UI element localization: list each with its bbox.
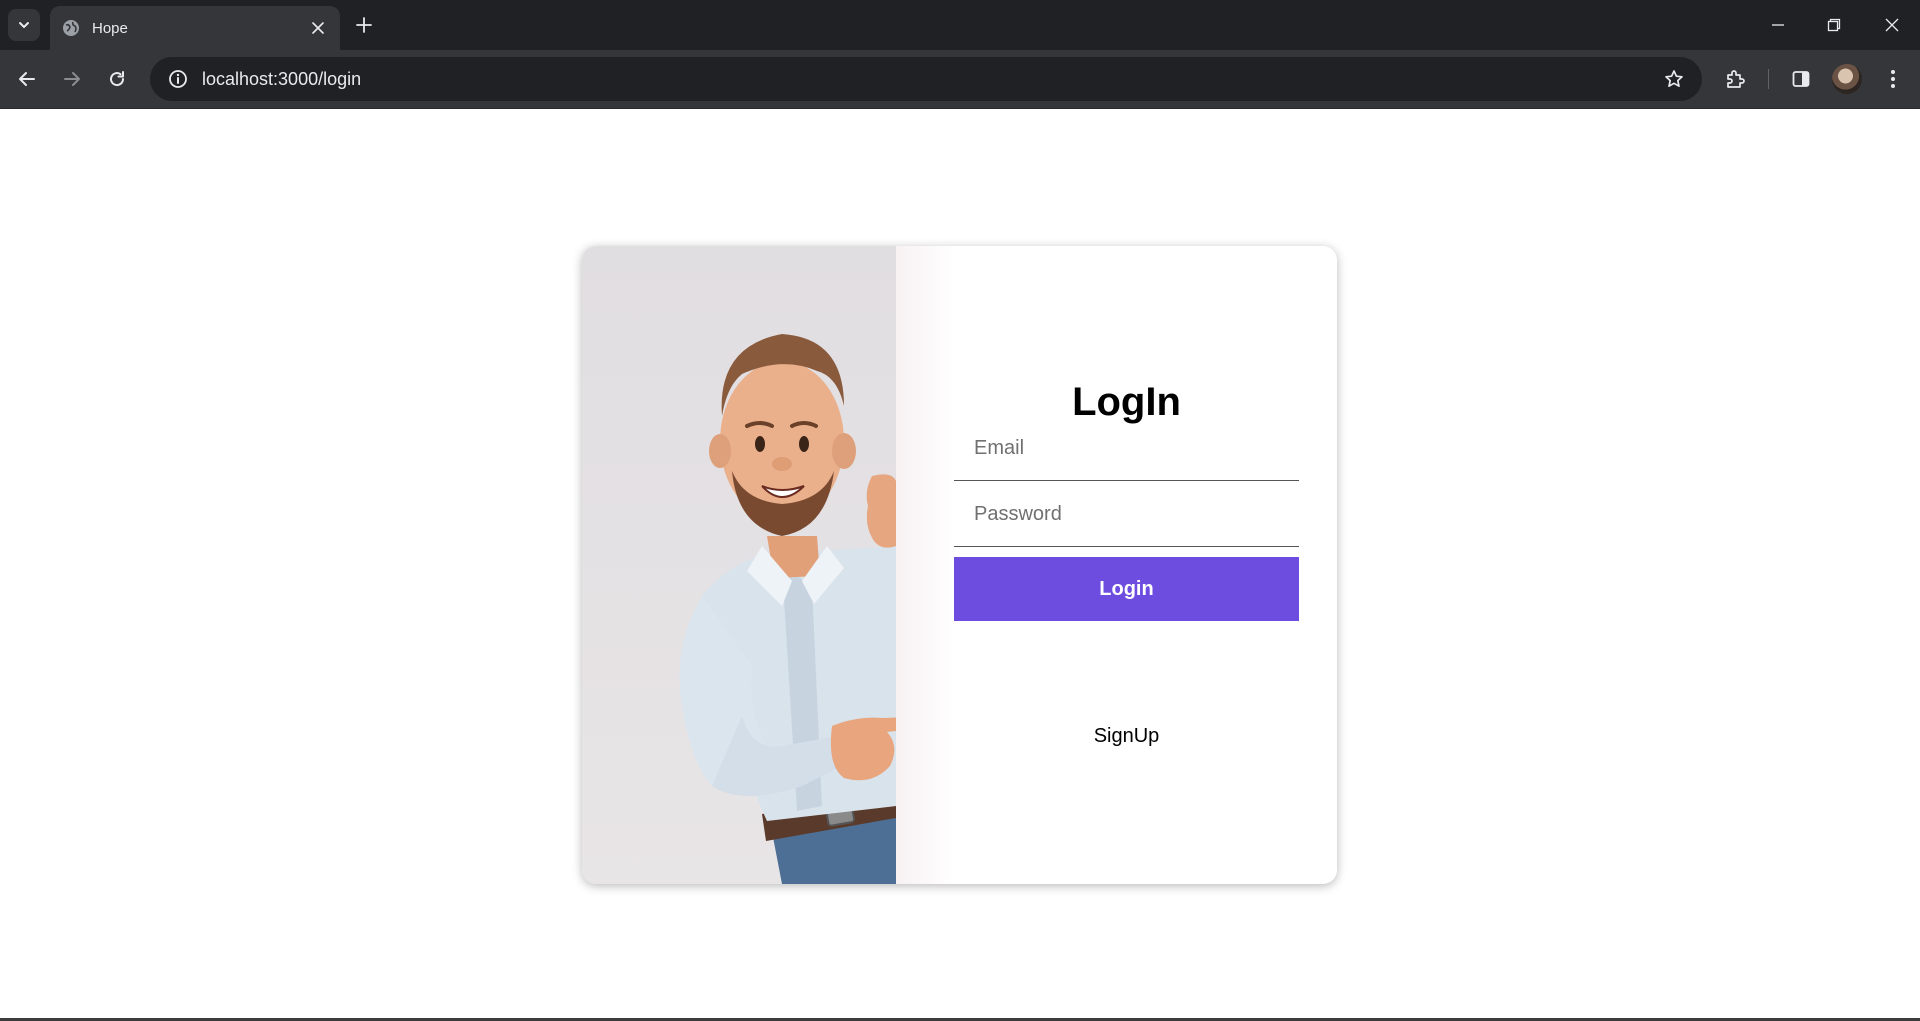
avatar[interactable] bbox=[1832, 64, 1862, 94]
reload-button[interactable] bbox=[100, 62, 134, 96]
minimize-icon bbox=[1772, 24, 1784, 26]
browser-menu-button[interactable] bbox=[1876, 62, 1910, 96]
bookmark-button[interactable] bbox=[1654, 59, 1694, 99]
side-panel-button[interactable] bbox=[1784, 62, 1818, 96]
address-bar[interactable]: localhost:3000/login bbox=[150, 57, 1702, 101]
email-field[interactable] bbox=[954, 417, 1299, 481]
page-content: LogIn Login SignUp bbox=[0, 109, 1920, 1021]
toolbar-separator bbox=[1768, 69, 1769, 89]
new-tab-button[interactable] bbox=[350, 11, 378, 39]
illustration-wall-edge bbox=[896, 246, 954, 884]
minimize-button[interactable] bbox=[1750, 0, 1806, 50]
active-tab[interactable]: Hope bbox=[50, 6, 340, 50]
tab-title: Hope bbox=[92, 19, 128, 37]
browser-toolbar: localhost:3000/login bbox=[0, 50, 1920, 109]
plus-icon bbox=[356, 17, 372, 33]
tab-close-button[interactable] bbox=[308, 18, 328, 38]
reload-icon bbox=[110, 71, 125, 87]
kebab-menu-icon bbox=[1891, 70, 1895, 88]
star-icon bbox=[1665, 70, 1683, 88]
site-info-button[interactable] bbox=[156, 57, 200, 101]
password-field[interactable] bbox=[954, 483, 1299, 547]
tab-strip: Hope bbox=[0, 0, 1920, 50]
close-window-button[interactable] bbox=[1864, 0, 1920, 50]
extensions-button[interactable] bbox=[1718, 62, 1752, 96]
forward-arrow-icon bbox=[64, 72, 80, 86]
illustration-panel bbox=[582, 246, 896, 884]
url-text[interactable]: localhost:3000/login bbox=[202, 69, 1654, 90]
browser-chrome: Hope localhost:3000/login bbox=[0, 0, 1920, 109]
login-card: LogIn Login SignUp bbox=[582, 246, 1337, 884]
side-panel-icon bbox=[1792, 71, 1810, 87]
login-button[interactable]: Login bbox=[954, 557, 1299, 621]
puzzle-icon bbox=[1727, 70, 1745, 88]
login-form: LogIn Login SignUp bbox=[954, 246, 1337, 884]
close-icon bbox=[1885, 18, 1899, 32]
chevron-down-icon bbox=[19, 22, 29, 28]
back-button[interactable] bbox=[10, 62, 44, 96]
tab-search-button[interactable] bbox=[8, 9, 40, 41]
restore-icon bbox=[1827, 18, 1841, 32]
forward-button[interactable] bbox=[55, 62, 89, 96]
close-icon bbox=[312, 22, 324, 34]
restore-button[interactable] bbox=[1806, 0, 1862, 50]
back-arrow-icon bbox=[19, 72, 35, 86]
info-icon bbox=[169, 70, 187, 88]
cartoon-man-illustration bbox=[679, 334, 896, 884]
globe-icon bbox=[62, 19, 80, 37]
signup-link[interactable]: SignUp bbox=[954, 725, 1299, 748]
